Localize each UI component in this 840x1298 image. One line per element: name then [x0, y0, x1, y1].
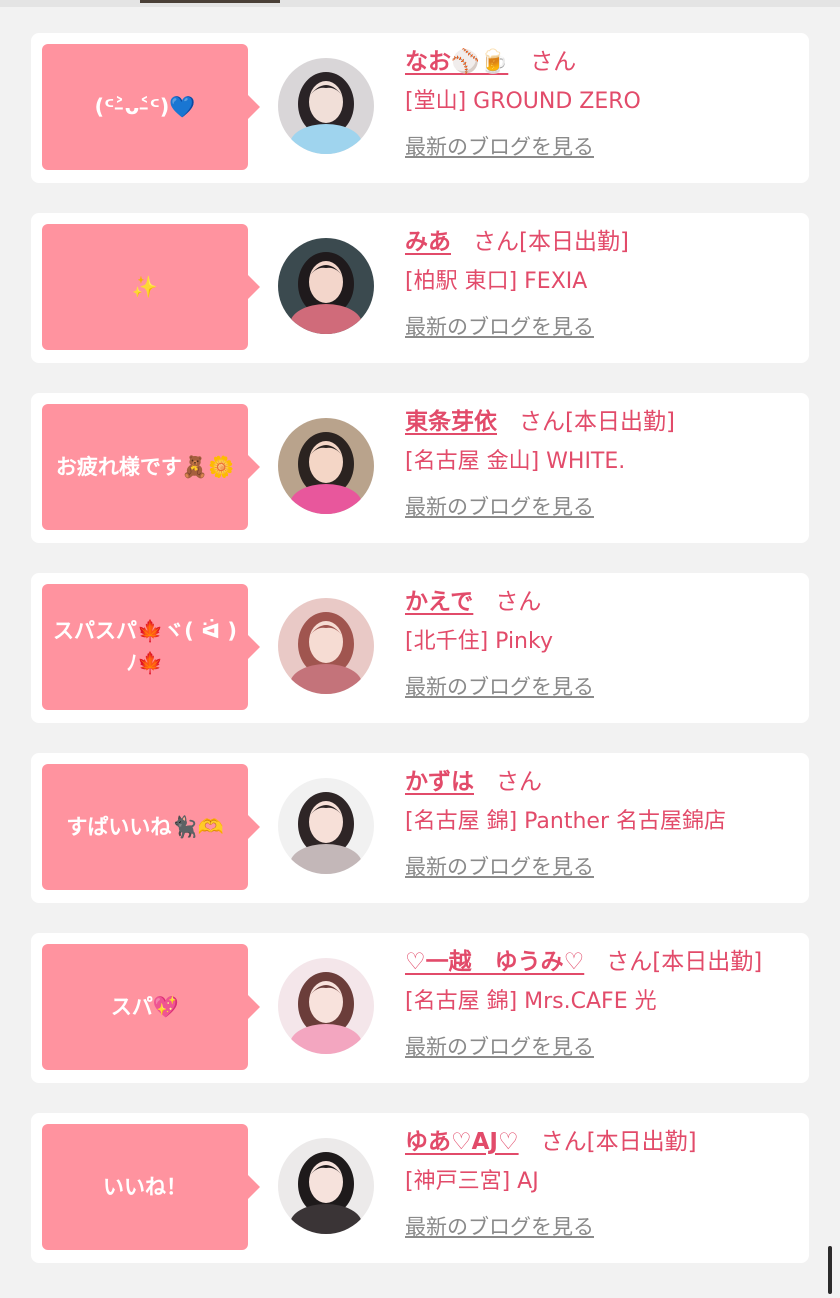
card-info: なお⚾️🍺 さん [堂山] GROUND ZERO 最新のブログを見る: [405, 45, 799, 163]
list-item: スパ💖 ♡一越 ゆうみ♡ さん[本日出勤] [名古屋 錦] Mrs.CAFE 光 …: [31, 933, 809, 1083]
message-bubble: いいね！: [42, 1124, 260, 1250]
latest-blog-link[interactable]: 最新のブログを見る: [405, 131, 594, 163]
card-info: ゆあ♡AJ♡ さん[本日出勤] [神戸三宮] AJ 最新のブログを見る: [405, 1125, 799, 1243]
user-name-link[interactable]: 東条芽依: [405, 409, 497, 435]
user-name-link[interactable]: かずは: [405, 769, 474, 795]
like-list: (ᑦ˃̵ᴗ˂̵ᑦ)💙 なお⚾️🍺 さん [堂山] GROUND ZERO 最新のブ…: [31, 33, 809, 1293]
honorific: さん: [496, 769, 542, 795]
latest-blog-link[interactable]: 最新のブログを見る: [405, 491, 594, 523]
latest-blog-link[interactable]: 最新のブログを見る: [405, 671, 594, 703]
latest-blog-link[interactable]: 最新のブログを見る: [405, 1031, 594, 1063]
user-name-link[interactable]: ゆあ♡AJ♡: [405, 1129, 519, 1155]
card-info: かえで さん [北千住] Pinky 最新のブログを見る: [405, 585, 799, 703]
scrollbar-thumb[interactable]: [828, 1246, 832, 1294]
message-bubble: スパ💖: [42, 944, 260, 1070]
avatar-photo: [278, 598, 374, 694]
avatar[interactable]: [278, 238, 374, 334]
shop-name: [北千住] Pinky: [405, 629, 553, 654]
avatar-photo: [278, 238, 374, 334]
list-item: すぱいいね🐈‍⬛🫶 かずは さん [名古屋 錦] Panther 名古屋錦店 最新…: [31, 753, 809, 903]
latest-blog-link[interactable]: 最新のブログを見る: [405, 851, 594, 883]
message-bubble: ✨: [42, 224, 260, 350]
list-item: いいね！ ゆあ♡AJ♡ さん[本日出勤] [神戸三宮] AJ 最新のブログを見る: [31, 1113, 809, 1263]
latest-blog-link[interactable]: 最新のブログを見る: [405, 1211, 594, 1243]
honorific: さん: [530, 49, 577, 75]
user-name-link[interactable]: なお⚾️🍺: [405, 49, 508, 75]
status-label: [本日出勤]: [565, 409, 675, 435]
shop-name: [堂山] GROUND ZERO: [405, 89, 641, 114]
avatar-photo: [278, 1138, 374, 1234]
avatar-photo: [278, 958, 374, 1054]
card-info: かずは さん [名古屋 錦] Panther 名古屋錦店 最新のブログを見る: [405, 765, 799, 883]
avatar[interactable]: [278, 1138, 374, 1234]
list-item: (ᑦ˃̵ᴗ˂̵ᑦ)💙 なお⚾️🍺 さん [堂山] GROUND ZERO 最新のブ…: [31, 33, 809, 183]
list-item: お疲れ様です🧸🌼 東条芽依 さん[本日出勤] [名古屋 金山] WHITE. 最新…: [31, 393, 809, 543]
avatar[interactable]: [278, 958, 374, 1054]
avatar[interactable]: [278, 58, 374, 154]
message-bubble: お疲れ様です🧸🌼: [42, 404, 260, 530]
card-info: ♡一越 ゆうみ♡ さん[本日出勤] [名古屋 錦] Mrs.CAFE 光 最新のブ…: [405, 945, 799, 1063]
message-bubble: スパスパ🍁ヾ( ᐛ )ﾉ🍁: [42, 584, 260, 710]
list-item: スパスパ🍁ヾ( ᐛ )ﾉ🍁 かえで さん [北千住] Pinky 最新のブログを見…: [31, 573, 809, 723]
shop-name: [名古屋 錦] Panther 名古屋錦店: [405, 809, 726, 834]
card-info: 東条芽依 さん[本日出勤] [名古屋 金山] WHITE. 最新のブログを見る: [405, 405, 799, 523]
top-bar-indicator: [140, 0, 280, 3]
top-scroll-bar: [0, 0, 840, 7]
status-label: [本日出勤]: [586, 1129, 697, 1155]
avatar[interactable]: [278, 598, 374, 694]
user-name-link[interactable]: みあ: [405, 229, 451, 255]
user-name-link[interactable]: かえで: [405, 589, 473, 615]
list-item: ✨ みあ さん[本日出勤] [柏駅 東口] FEXIA 最新のブログを見る: [31, 213, 809, 363]
shop-name: [柏駅 東口] FEXIA: [405, 269, 588, 294]
honorific: さん: [473, 229, 519, 255]
honorific: さん: [495, 589, 542, 615]
honorific: さん: [540, 1129, 587, 1155]
honorific: さん: [606, 949, 653, 975]
card-info: みあ さん[本日出勤] [柏駅 東口] FEXIA 最新のブログを見る: [405, 225, 799, 343]
shop-name: [名古屋 錦] Mrs.CAFE 光: [405, 989, 657, 1014]
honorific: さん: [519, 409, 565, 435]
status-label: [本日出勤]: [652, 949, 763, 975]
shop-name: [神戸三宮] AJ: [405, 1169, 539, 1194]
avatar[interactable]: [278, 418, 374, 514]
message-bubble: (ᑦ˃̵ᴗ˂̵ᑦ)💙: [42, 44, 260, 170]
avatar-photo: [278, 778, 374, 874]
user-name-link[interactable]: ♡一越 ゆうみ♡: [405, 949, 584, 975]
avatar[interactable]: [278, 778, 374, 874]
shop-name: [名古屋 金山] WHITE.: [405, 449, 626, 474]
latest-blog-link[interactable]: 最新のブログを見る: [405, 311, 594, 343]
message-bubble: すぱいいね🐈‍⬛🫶: [42, 764, 260, 890]
avatar-photo: [278, 58, 374, 154]
avatar-photo: [278, 418, 374, 514]
status-label: [本日出勤]: [519, 229, 629, 255]
